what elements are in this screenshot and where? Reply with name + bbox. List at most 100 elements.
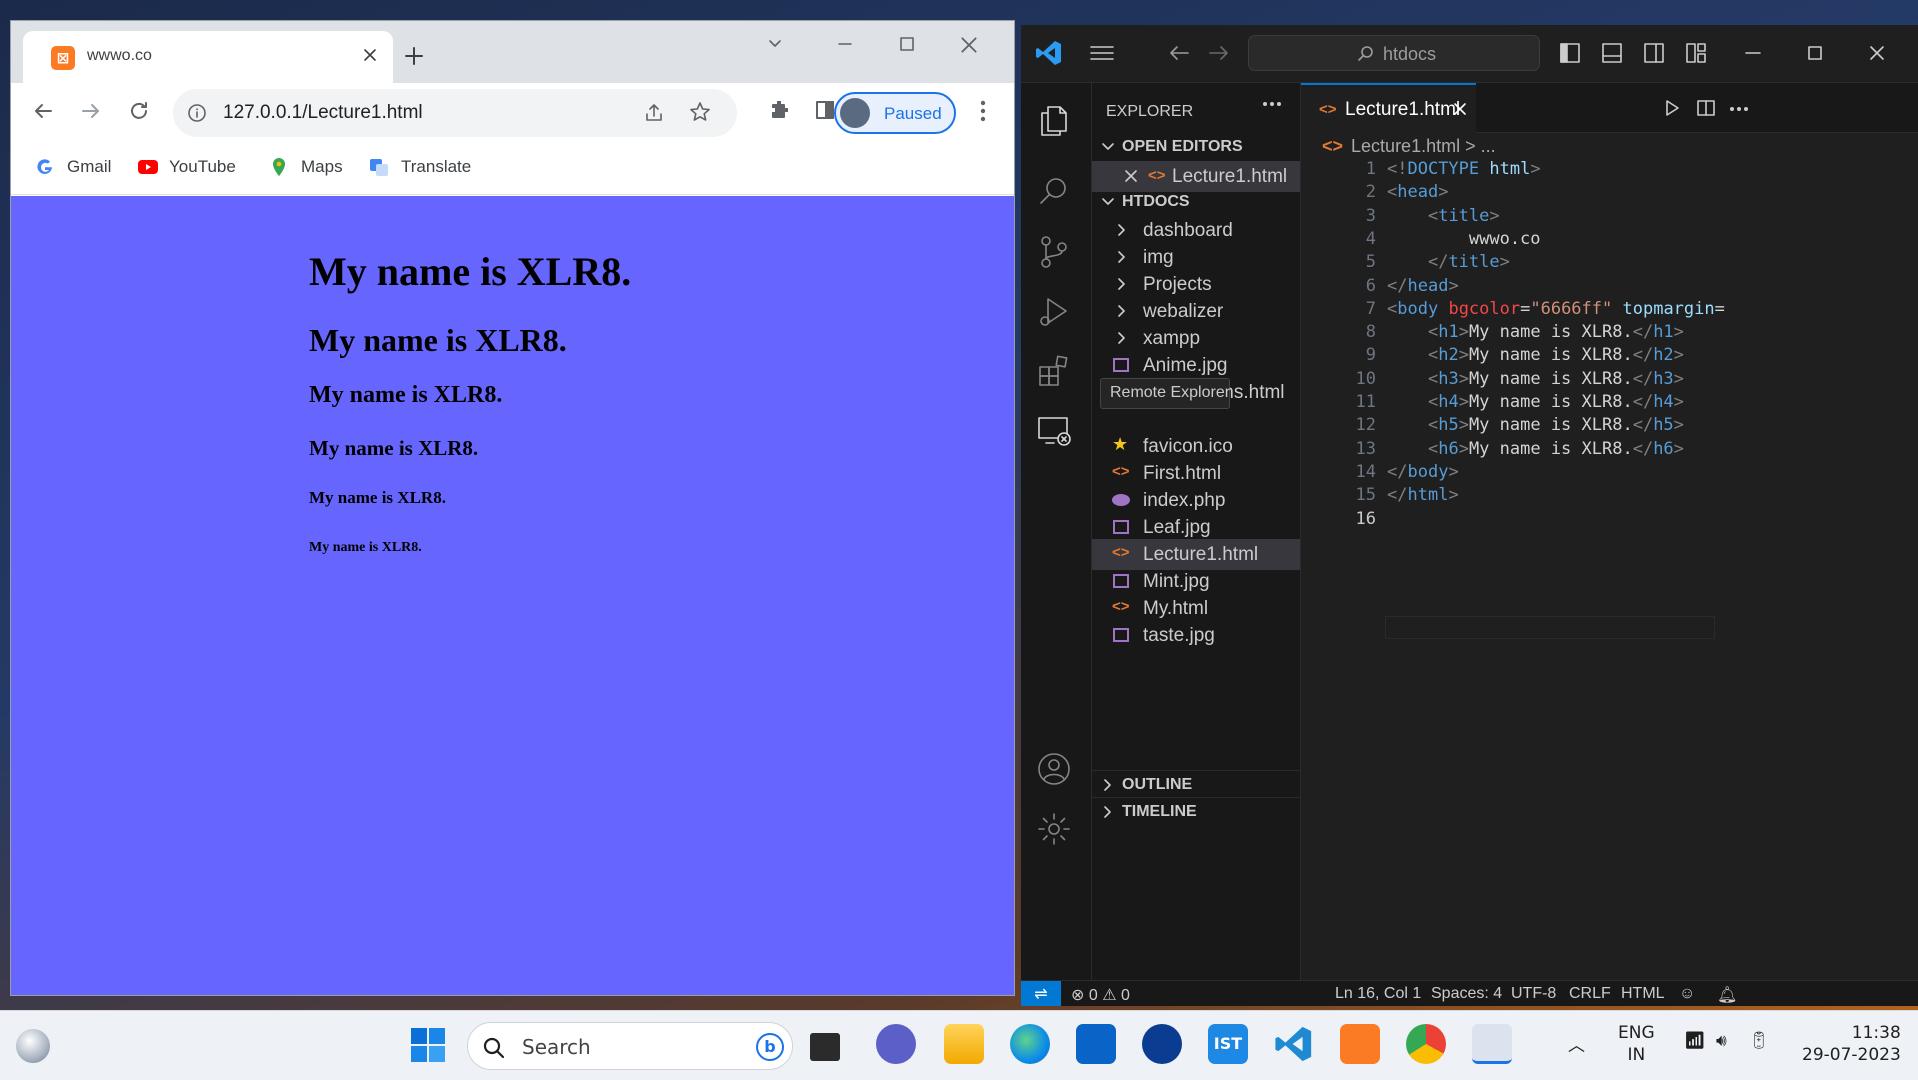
vscode-taskbar-icon[interactable] xyxy=(1274,1024,1314,1064)
tab-search-icon[interactable] xyxy=(766,35,784,53)
extensions-view-icon[interactable] xyxy=(1036,353,1072,389)
bookmark-youtube[interactable]: YouTube xyxy=(137,157,236,177)
profile-button[interactable]: Paused xyxy=(834,92,956,134)
edge-icon[interactable] xyxy=(1010,1024,1050,1064)
breadcrumb[interactable]: <> Lecture1.html > ... xyxy=(1322,136,1496,157)
dell-icon[interactable] xyxy=(1142,1024,1182,1064)
notifications-bell-icon[interactable]: 🔔︎ xyxy=(1717,985,1737,1005)
weather-widget-icon[interactable] xyxy=(16,1029,50,1063)
file-explorer-icon[interactable] xyxy=(944,1024,984,1064)
code-line[interactable]: <h6>My name is XLR8.</h6> xyxy=(1387,439,1684,459)
maximize-button[interactable] xyxy=(898,35,916,53)
close-tab-icon[interactable] xyxy=(361,46,379,64)
remote-explorer-icon[interactable] xyxy=(1036,413,1072,449)
customize-layout-icon[interactable] xyxy=(1685,42,1707,64)
command-center-search[interactable]: htdocs xyxy=(1248,35,1540,71)
language-indicator[interactable]: ENG IN xyxy=(1618,1022,1655,1066)
toggle-sidebar-icon[interactable] xyxy=(1559,42,1581,64)
code-line[interactable]: wwwo.co xyxy=(1387,229,1541,249)
snipping-tool-icon[interactable] xyxy=(1472,1024,1512,1064)
indentation[interactable]: Spaces: 4 xyxy=(1431,985,1502,1003)
side-panel-icon[interactable] xyxy=(814,99,836,121)
wifi-icon[interactable]: 📶︎ xyxy=(1684,1031,1706,1051)
htdocs-section[interactable]: HTDOCS xyxy=(1092,188,1300,216)
run-icon[interactable] xyxy=(1663,99,1681,117)
code-line[interactable]: <h4>My name is XLR8.</h4> xyxy=(1387,392,1684,412)
code-line[interactable]: <h5>My name is XLR8.</h5> xyxy=(1387,415,1684,435)
ist-app-icon[interactable]: IST xyxy=(1208,1024,1248,1064)
clock[interactable]: 11:38 29-07-2023 xyxy=(1802,1022,1901,1066)
feedback-icon[interactable]: ☺ xyxy=(1679,985,1695,1003)
url-text[interactable]: 127.0.0.1/Lecture1.html xyxy=(223,102,423,124)
settings-gear-icon[interactable] xyxy=(1036,811,1072,847)
split-editor-icon[interactable] xyxy=(1696,99,1716,117)
browser-tab[interactable]: ⊠ wwwo.co xyxy=(23,31,393,83)
minimize-button[interactable] xyxy=(1743,43,1763,63)
search-view-icon[interactable] xyxy=(1036,173,1072,209)
start-windows-icon[interactable] xyxy=(410,1027,446,1063)
code-line[interactable]: <h2>My name is XLR8.</h2> xyxy=(1387,345,1684,365)
editor-tab-active[interactable]: <> Lecture1.html xyxy=(1301,83,1476,133)
language-mode[interactable]: HTML xyxy=(1621,985,1665,1003)
maximize-button[interactable] xyxy=(1805,43,1825,63)
xampp-icon[interactable] xyxy=(1340,1024,1380,1064)
bookmark-maps[interactable]: Maps xyxy=(269,157,343,177)
code-line[interactable]: <title> xyxy=(1387,206,1500,226)
open-editors-section[interactable]: OPEN EDITORS xyxy=(1092,133,1300,161)
forward-button[interactable] xyxy=(79,99,103,123)
code-line[interactable]: <h1>My name is XLR8.</h1> xyxy=(1387,322,1684,342)
explorer-icon[interactable] xyxy=(1036,103,1072,139)
toggle-panel-icon[interactable] xyxy=(1601,42,1623,64)
bookmark-gmail[interactable]: Gmail xyxy=(35,157,111,177)
back-button[interactable] xyxy=(31,99,55,123)
code-line[interactable]: <body bgcolor="6666ff" topmargin= xyxy=(1387,299,1725,319)
teams-chat-icon[interactable] xyxy=(876,1024,916,1064)
bing-icon[interactable]: b xyxy=(756,1033,784,1061)
volume-icon[interactable]: 🔊︎ xyxy=(1716,1031,1727,1051)
task-view-icon[interactable] xyxy=(810,1033,840,1061)
bookmark-translate[interactable]: Translate xyxy=(369,157,471,177)
remote-indicator-icon[interactable]: ⇌ xyxy=(1021,981,1061,1006)
accounts-icon[interactable] xyxy=(1036,751,1072,787)
cursor-position[interactable]: Ln 16, Col 1 xyxy=(1335,985,1421,1003)
problems-indicator[interactable]: ⊗ 0 ⚠ 0 xyxy=(1071,985,1130,1005)
close-editor-icon[interactable] xyxy=(1124,169,1138,183)
new-tab-button[interactable] xyxy=(403,45,425,67)
minimize-button[interactable] xyxy=(836,35,854,53)
code-line[interactable]: </title> xyxy=(1387,252,1510,272)
close-tab-icon[interactable] xyxy=(1453,102,1467,116)
extensions-icon[interactable] xyxy=(769,99,791,121)
code-line[interactable]: </body> xyxy=(1387,462,1459,482)
code-line[interactable]: <h3>My name is XLR8.</h3> xyxy=(1387,369,1684,389)
close-window-button[interactable] xyxy=(959,35,979,55)
address-bar[interactable]: 127.0.0.1/Lecture1.html xyxy=(173,89,737,137)
encoding[interactable]: UTF-8 xyxy=(1511,985,1556,1003)
taskbar-search[interactable]: Search b xyxy=(467,1022,793,1070)
share-icon[interactable] xyxy=(643,102,665,124)
outline-section[interactable]: OUTLINE xyxy=(1092,770,1300,798)
site-info-icon[interactable] xyxy=(187,103,207,123)
editor-more-icon[interactable] xyxy=(1729,106,1749,112)
show-hidden-icons-chevron-icon[interactable]: ︿ xyxy=(1568,1031,1585,1056)
menu-kebab-icon[interactable] xyxy=(979,99,987,123)
nav-back-icon[interactable] xyxy=(1167,43,1191,63)
source-control-icon[interactable] xyxy=(1036,233,1072,269)
code-line[interactable]: </html> xyxy=(1387,485,1459,505)
battery-icon[interactable]: 🔋︎ xyxy=(1748,1031,1770,1051)
file-item[interactable]: taste.jpg xyxy=(1092,620,1300,651)
mail-icon[interactable] xyxy=(1076,1024,1116,1064)
code-line[interactable]: </head> xyxy=(1387,276,1459,296)
bookmark-star-icon[interactable] xyxy=(689,101,711,123)
toggle-secondary-sidebar-icon[interactable] xyxy=(1643,42,1665,64)
close-window-button[interactable] xyxy=(1867,43,1887,63)
code-line[interactable]: <head> xyxy=(1387,182,1448,202)
code-line[interactable]: <!DOCTYPE html> xyxy=(1387,159,1541,179)
line-ending[interactable]: CRLF xyxy=(1569,985,1611,1003)
timeline-section[interactable]: TIMELINE xyxy=(1092,797,1300,825)
run-debug-icon[interactable] xyxy=(1036,293,1072,329)
more-actions-icon[interactable] xyxy=(1262,101,1282,107)
menu-hamburger-icon[interactable] xyxy=(1089,43,1115,63)
code-editor[interactable]: 1 <!DOCTYPE html> 2 <head> 3 <title> 4 wwwo.c… xyxy=(1301,155,1918,975)
chrome-icon[interactable] xyxy=(1406,1024,1446,1064)
reload-button[interactable] xyxy=(127,99,151,123)
